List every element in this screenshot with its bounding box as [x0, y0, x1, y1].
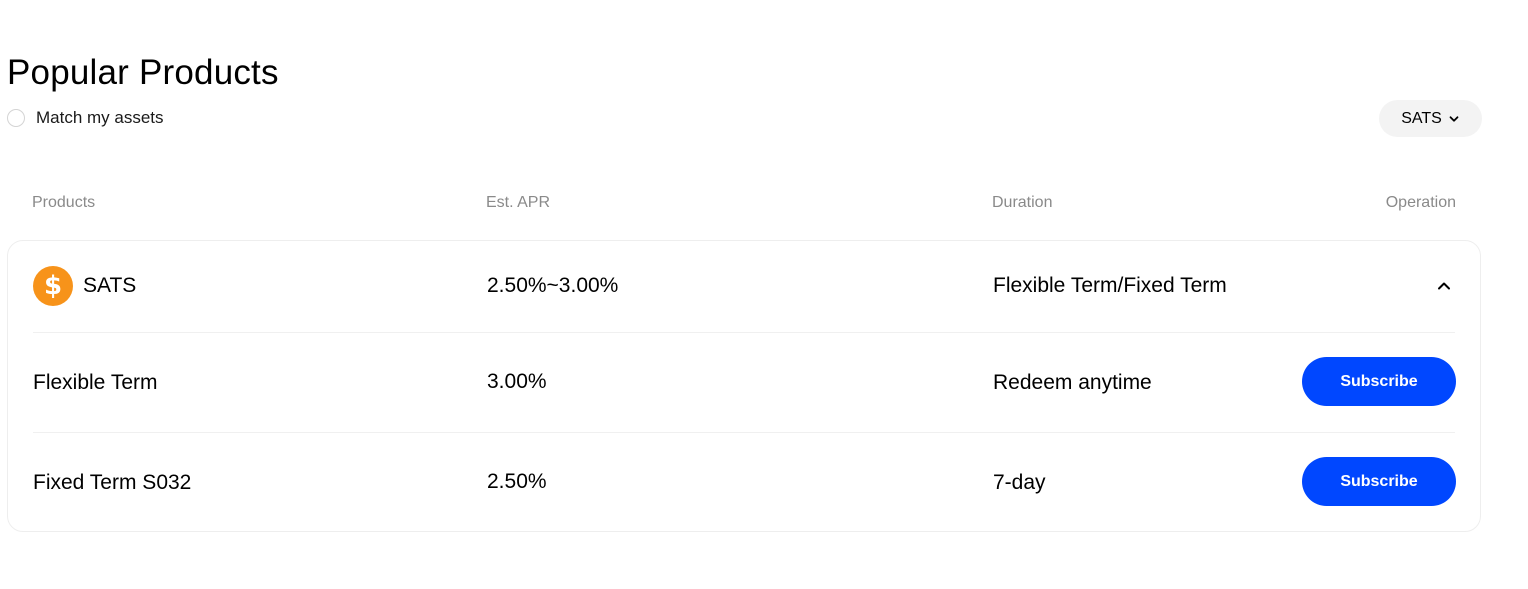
header-duration: Duration — [992, 194, 1053, 211]
subscribe-button[interactable]: Subscribe — [1302, 457, 1456, 506]
product-group-name: SATS — [83, 274, 137, 297]
chevron-up-icon[interactable] — [1436, 278, 1452, 294]
product-group-row[interactable]: $ SATS 2.50%~3.00% Flexible Term/Fixed T… — [8, 241, 1480, 332]
page-title: Popular Products — [7, 53, 279, 93]
subscribe-button[interactable]: Subscribe — [1302, 357, 1456, 406]
product-apr: 3.00% — [487, 370, 547, 393]
header-operation: Operation — [1385, 194, 1456, 211]
currency-select-value: SATS — [1401, 109, 1442, 127]
product-duration: Redeem anytime — [993, 371, 1152, 394]
product-name: Flexible Term — [33, 371, 158, 394]
table-header: Products Est. APR Duration Operation — [0, 192, 1528, 214]
chevron-down-icon — [1449, 115, 1459, 122]
product-group-apr: 2.50%~3.00% — [487, 274, 619, 297]
product-duration: 7-day — [993, 471, 1046, 494]
header-est-apr: Est. APR — [486, 194, 551, 211]
match-my-assets-radio[interactable] — [7, 109, 25, 127]
header-products: Products — [32, 194, 96, 211]
product-name: Fixed Term S032 — [33, 471, 192, 494]
product-card-sats: $ SATS 2.50%~3.00% Flexible Term/Fixed T… — [7, 240, 1481, 532]
match-my-assets-toggle[interactable]: Match my assets — [7, 107, 164, 129]
table-row: Flexible Term 3.00% Redeem anytime Subsc… — [8, 333, 1480, 432]
product-group-duration: Flexible Term/Fixed Term — [993, 274, 1227, 297]
table-row: Fixed Term S032 2.50% 7-day Subscribe — [8, 433, 1480, 531]
match-my-assets-label: Match my assets — [36, 108, 164, 127]
product-apr: 2.50% — [487, 470, 547, 493]
dollar-coin-icon: $ — [33, 266, 73, 306]
currency-select[interactable]: SATS — [1379, 100, 1482, 137]
